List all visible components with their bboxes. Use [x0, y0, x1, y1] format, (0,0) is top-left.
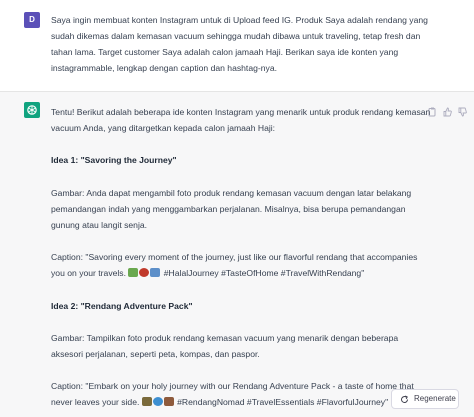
- luggage-emoji-icon: [163, 397, 174, 407]
- thumbs-up-icon[interactable]: [443, 107, 452, 117]
- idea2-gambar: Gambar: Tampilkan foto produk rendang ke…: [51, 332, 399, 360]
- airplane-emoji-icon: [150, 268, 161, 278]
- user-message-text: Saya ingin membuat konten Instagram untu…: [51, 15, 428, 73]
- regenerate-button[interactable]: Regenerate: [391, 389, 459, 409]
- idea1-gambar: Gambar: Anda dapat mengambil foto produk…: [51, 187, 412, 231]
- user-avatar: D: [24, 12, 40, 28]
- thumbs-down-icon[interactable]: [458, 107, 467, 117]
- chatgpt-logo-icon: [24, 102, 40, 118]
- idea1-hashtags: #HalalJourney #TasteOfHome #TravelWithRe…: [163, 268, 365, 279]
- globe-emoji-icon: [152, 397, 163, 407]
- mosque-emoji-icon: [128, 268, 139, 278]
- idea1-caption: Caption: "Savoring every moment of the j…: [51, 249, 431, 281]
- assistant-message: Tentu! Berikut adalah beberapa ide konte…: [0, 92, 474, 417]
- kaaba-emoji-icon: [141, 397, 152, 407]
- regenerate-label: Regenerate: [414, 394, 456, 403]
- intro-text: Tentu! Berikut adalah beberapa ide konte…: [51, 107, 431, 134]
- idea1-title: Idea 1: "Savoring the Journey": [51, 155, 177, 166]
- regenerate-icon: [401, 395, 409, 403]
- assistant-message-content: Tentu! Berikut adalah beberapa ide konte…: [51, 104, 431, 417]
- idea2-caption: Caption: "Embark on your holy journey wi…: [51, 378, 431, 410]
- message-actions: [428, 107, 470, 117]
- idea2-hashtags: #RendangNomad #TravelEssentials #Flavorf…: [177, 397, 389, 408]
- meat-emoji-icon: [139, 268, 150, 278]
- idea2-title: Idea 2: "Rendang Adventure Pack": [51, 300, 193, 311]
- user-message: D Saya ingin membuat konten Instagram un…: [0, 0, 474, 92]
